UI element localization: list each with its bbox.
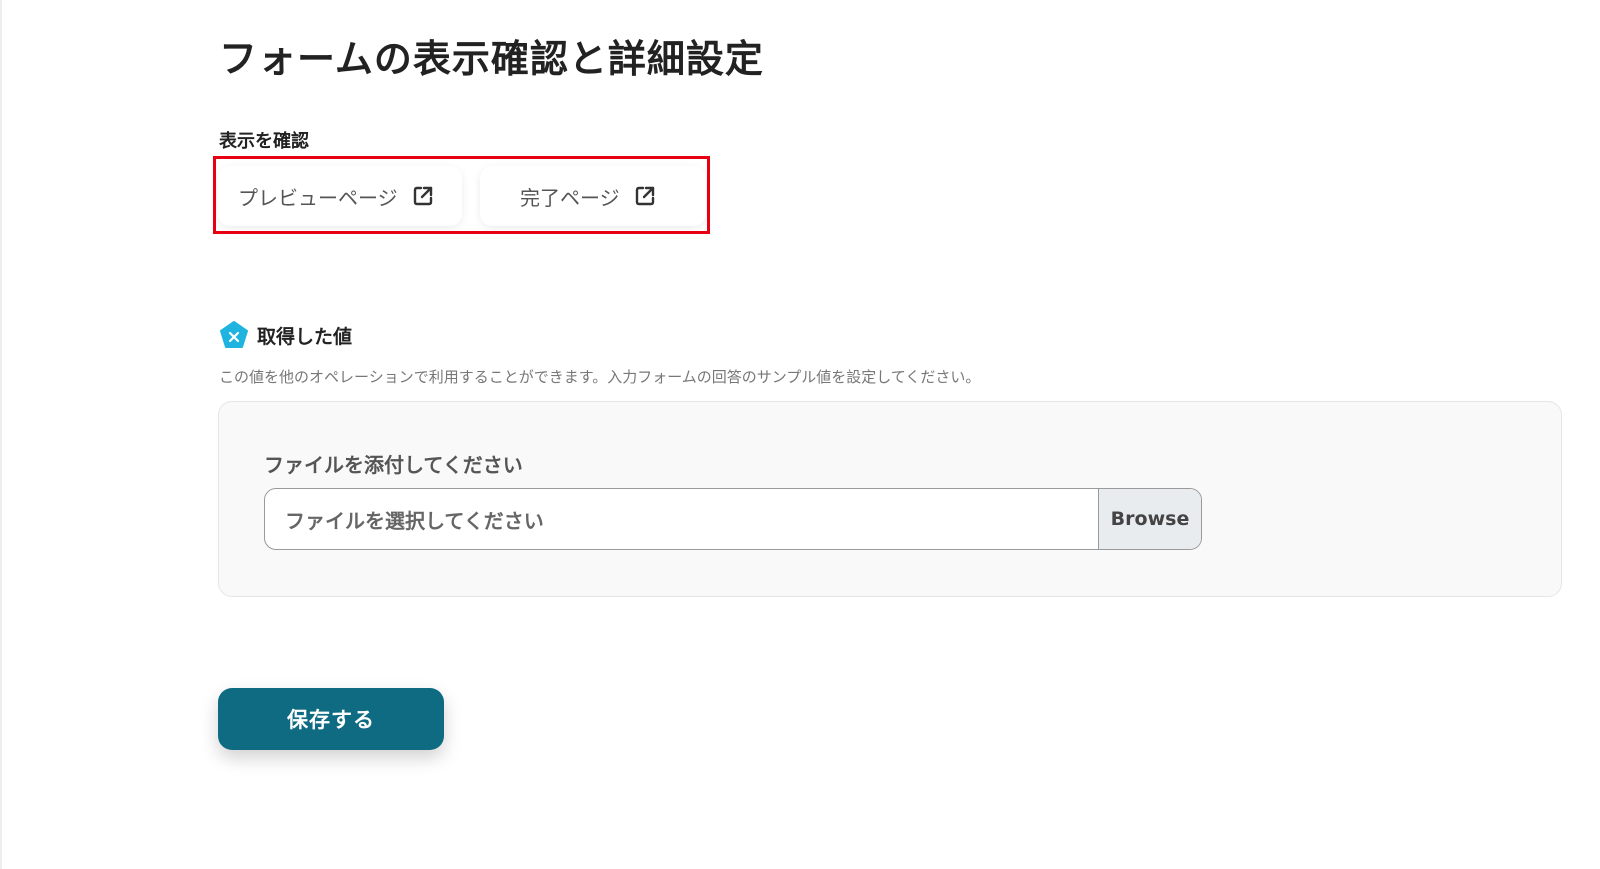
values-description: この値を他のオペレーションで利用することができます。入力フォームの回答のサンプル… bbox=[219, 368, 981, 386]
values-header: 取得した値 bbox=[219, 320, 352, 350]
save-button[interactable]: 保存する bbox=[218, 688, 444, 750]
page-title: フォームの表示確認と詳細設定 bbox=[219, 37, 764, 81]
highlight-annotation bbox=[213, 156, 710, 234]
browse-button[interactable]: Browse bbox=[1098, 489, 1201, 549]
file-field-label: ファイルを添付してください bbox=[264, 453, 523, 477]
file-input-placeholder[interactable]: ファイルを選択してください bbox=[265, 489, 1098, 549]
pentagon-x-icon bbox=[219, 320, 249, 350]
values-title: 取得した値 bbox=[257, 325, 353, 348]
display-check-label: 表示を確認 bbox=[219, 131, 309, 152]
page: フォームの表示確認と詳細設定 表示を確認 プレビューページ 完了ページ 取得した… bbox=[0, 0, 1600, 869]
file-input[interactable]: ファイルを選択してください Browse bbox=[264, 488, 1202, 550]
